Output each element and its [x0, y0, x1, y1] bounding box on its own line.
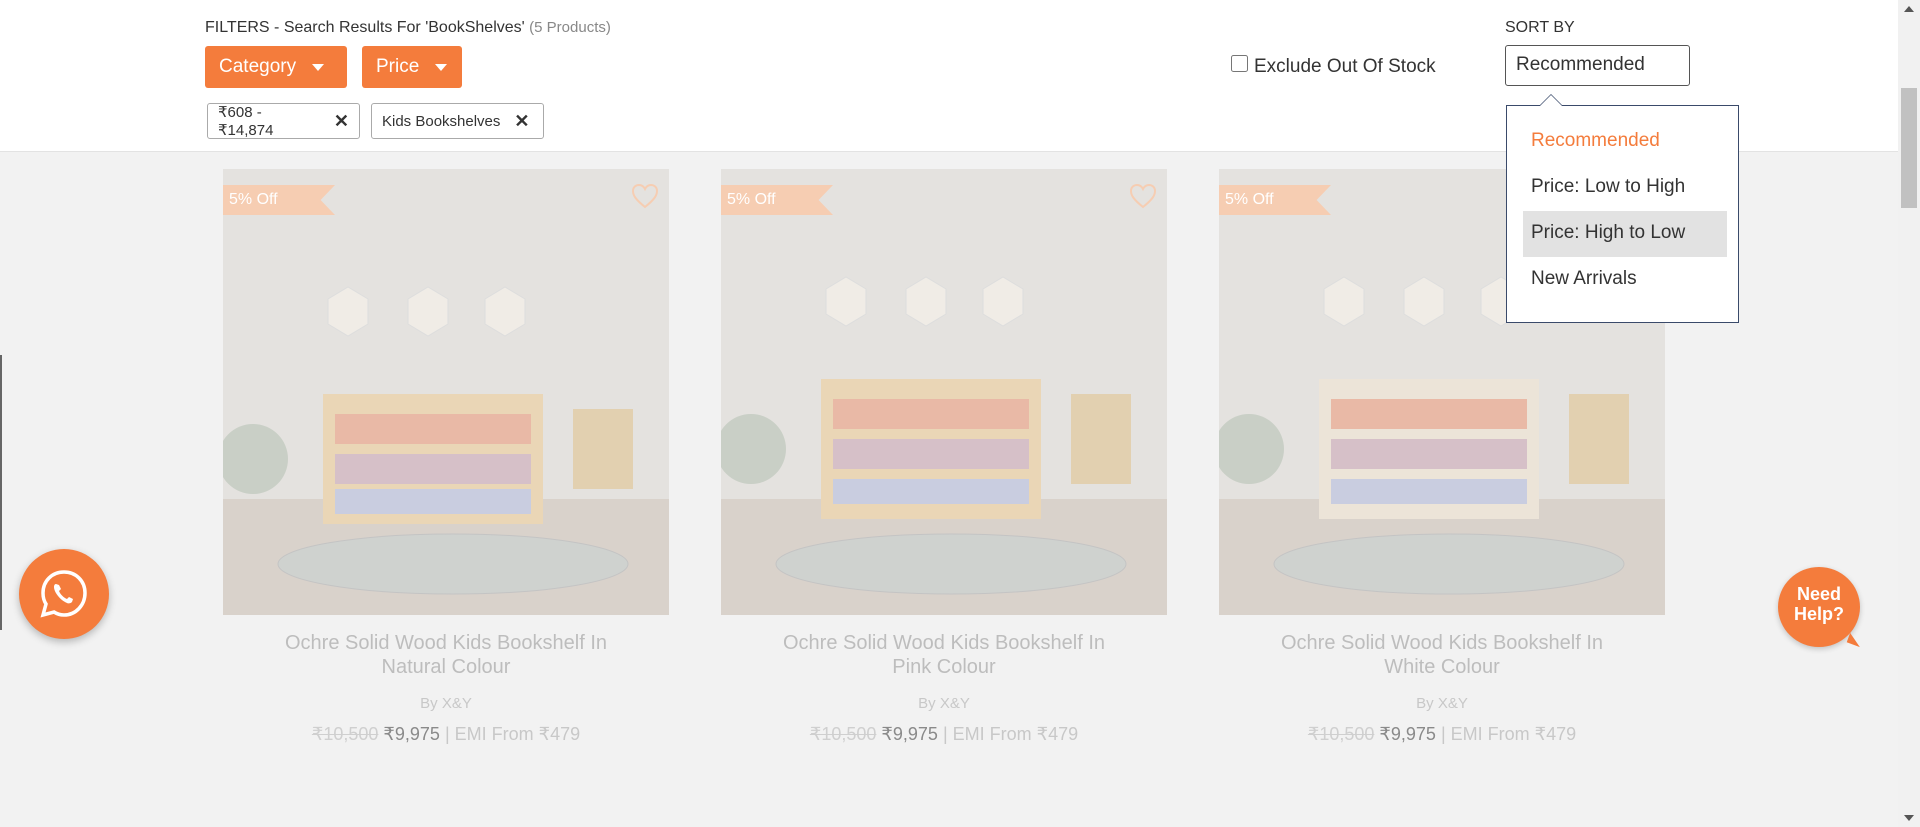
discount-badge: 5% Off: [1219, 185, 1331, 215]
sale-price: ₹9,975: [383, 724, 440, 744]
sale-price: ₹9,975: [1379, 724, 1436, 744]
product-title[interactable]: Ochre Solid Wood Kids Bookshelf In Pink …: [721, 631, 1167, 679]
emi-text: | EMI From ₹479: [1440, 724, 1577, 744]
product-image[interactable]: 5% Off: [721, 169, 1167, 615]
product-price: ₹10,500 ₹9,975 | EMI From ₹479: [721, 724, 1167, 745]
sort-by-label: SORT BY: [1505, 19, 1575, 36]
exclude-out-of-stock[interactable]: Exclude Out Of Stock: [1231, 54, 1436, 78]
remove-chip-icon[interactable]: ✕: [514, 111, 529, 132]
price-filter-label: Price: [376, 56, 420, 77]
need-help-line2: Help?: [1793, 604, 1844, 624]
product-card[interactable]: 5% Off Ochre Solid Wood Kids Bookshelf I…: [223, 169, 669, 745]
page-scrollbar[interactable]: [1898, 0, 1920, 827]
dropdown-pointer: [1539, 94, 1563, 106]
product-title[interactable]: Ochre Solid Wood Kids Bookshelf In White…: [1219, 631, 1665, 679]
product-card[interactable]: 5% Off Ochre Solid Wood Kids Bookshelf I…: [721, 169, 1167, 745]
sort-option-new-arrivals[interactable]: New Arrivals: [1523, 257, 1727, 303]
original-price: ₹10,500: [1307, 724, 1375, 744]
product-brand: By X&Y: [420, 695, 472, 712]
sort-option-recommended[interactable]: Recommended: [1523, 119, 1727, 165]
need-help-button[interactable]: Need Help?: [1778, 567, 1860, 647]
side-drawer-edge: [0, 355, 2, 630]
caret-down-icon: [435, 63, 448, 71]
remove-chip-icon[interactable]: ✕: [334, 111, 349, 132]
price-filter-button[interactable]: Price: [362, 46, 462, 88]
product-brand: By X&Y: [918, 695, 970, 712]
product-price: ₹10,500 ₹9,975 | EMI From ₹479: [223, 724, 669, 745]
price-range-chip: ₹608 - ₹14,874 ✕: [207, 103, 360, 139]
exclude-out-of-stock-label: Exclude Out Of Stock: [1254, 56, 1436, 77]
sort-option-price-low-high[interactable]: Price: Low to High: [1523, 165, 1727, 211]
sort-select[interactable]: Recommended: [1505, 45, 1690, 86]
sort-dropdown: Recommended Price: Low to High Price: Hi…: [1506, 94, 1739, 323]
product-count: (5 Products): [529, 19, 611, 36]
product-title[interactable]: Ochre Solid Wood Kids Bookshelf In Natur…: [223, 631, 669, 679]
whatsapp-button[interactable]: [19, 549, 109, 639]
scroll-up-arrow-icon[interactable]: [1904, 6, 1914, 12]
exclude-out-of-stock-checkbox[interactable]: [1231, 54, 1248, 72]
product-image[interactable]: 5% Off: [223, 169, 669, 615]
sale-price: ₹9,975: [881, 724, 938, 744]
scroll-down-arrow-icon[interactable]: [1904, 815, 1914, 821]
kids-bookshelves-chip: Kids Bookshelves ✕: [371, 103, 544, 139]
product-brand: By X&Y: [1416, 695, 1468, 712]
original-price: ₹10,500: [311, 724, 379, 744]
product-price: ₹10,500 ₹9,975 | EMI From ₹479: [1219, 724, 1665, 745]
emi-text: | EMI From ₹479: [444, 724, 581, 744]
discount-badge: 5% Off: [223, 185, 335, 215]
chip-label: ₹608 - ₹14,874: [218, 104, 274, 139]
caret-down-icon: [312, 63, 325, 71]
original-price: ₹10,500: [809, 724, 877, 744]
whatsapp-icon: [40, 570, 87, 618]
sort-option-price-high-low[interactable]: Price: High to Low: [1523, 211, 1727, 257]
filters-title: FILTERS - Search Results For 'BookShelve…: [205, 19, 525, 36]
category-filter-button[interactable]: Category: [205, 46, 347, 88]
discount-badge: 5% Off: [721, 185, 833, 215]
emi-text: | EMI From ₹479: [942, 724, 1079, 744]
scrollbar-thumb[interactable]: [1901, 88, 1917, 208]
chip-label: Kids Bookshelves: [382, 112, 501, 130]
filters-heading: FILTERS - Search Results For 'BookShelve…: [205, 19, 611, 37]
wishlist-heart-icon[interactable]: [1129, 183, 1157, 209]
category-filter-label: Category: [219, 56, 297, 77]
wishlist-heart-icon[interactable]: [631, 183, 659, 209]
need-help-line1: Need: [1796, 584, 1841, 604]
